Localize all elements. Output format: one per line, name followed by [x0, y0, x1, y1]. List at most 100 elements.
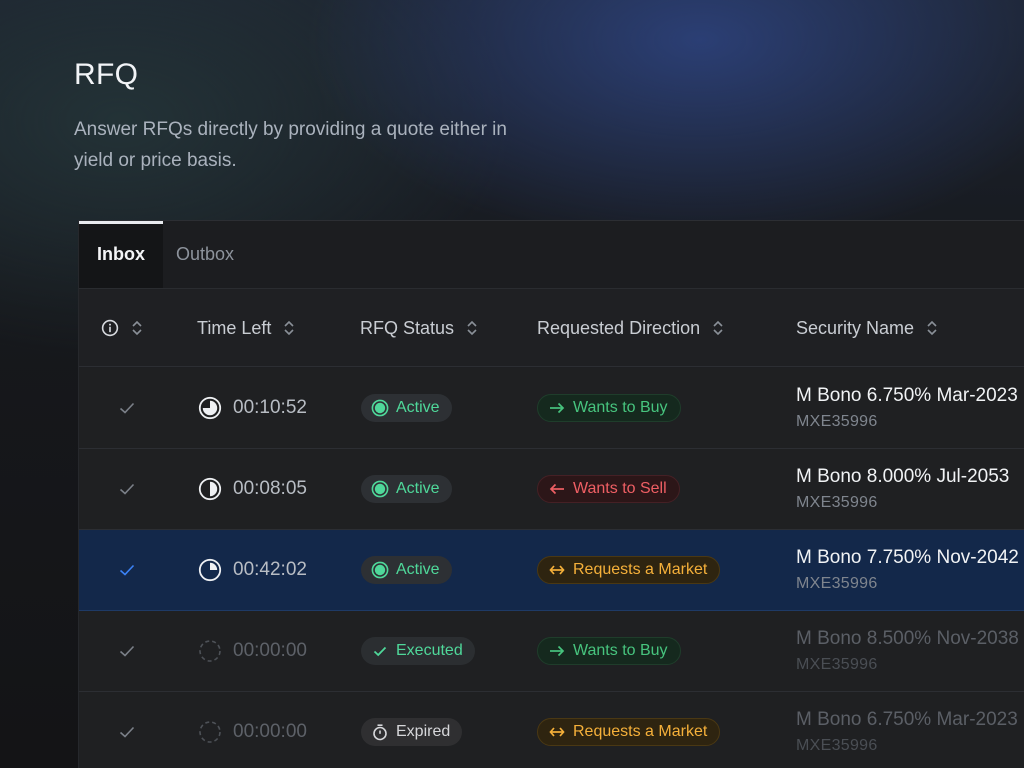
- timer-icon: [197, 395, 223, 421]
- direction-badge: Wants to Buy: [537, 637, 681, 665]
- rfq-status-cell: Executed: [361, 611, 475, 691]
- info-icon: [101, 319, 119, 337]
- security-name-cell: M Bono 8.500% Nov-2038 MXE35996: [796, 611, 1019, 691]
- direction-label: Wants to Buy: [573, 642, 668, 659]
- page-header: RFQ Answer RFQs directly by providing a …: [74, 58, 514, 176]
- column-header-requested-direction[interactable]: Requested Direction: [537, 289, 724, 367]
- security-name: M Bono 8.000% Jul-2053: [796, 466, 1010, 487]
- direction-label: Wants to Buy: [573, 399, 668, 416]
- column-header-info[interactable]: [101, 289, 143, 367]
- status-label: Active: [396, 399, 440, 416]
- sort-icon[interactable]: [283, 319, 295, 337]
- security-name-cell: M Bono 6.750% Mar-2023 MXE35996: [796, 692, 1018, 768]
- table-header: Time Left RFQ Status Requested Direction…: [79, 289, 1024, 367]
- arrow-right-icon: [548, 399, 566, 417]
- active-dot-icon: [371, 561, 389, 579]
- table-row[interactable]: 00:42:02 Active Requests a Market M Bono…: [79, 530, 1024, 611]
- direction-label: Requests a Market: [573, 561, 708, 578]
- direction-label: Requests a Market: [573, 723, 708, 740]
- timer-icon: [197, 719, 223, 745]
- time-left-cell: 00:42:02: [197, 530, 307, 610]
- sort-icon[interactable]: [131, 319, 143, 337]
- row-check-icon[interactable]: [117, 692, 137, 768]
- status-badge: Executed: [361, 637, 475, 665]
- timer-icon: [197, 638, 223, 664]
- time-left-cell: 00:10:52: [197, 368, 307, 448]
- check-icon: [371, 642, 389, 660]
- rfq-status-cell: Active: [361, 368, 452, 448]
- row-check-icon[interactable]: [117, 449, 137, 529]
- status-badge: Active: [361, 475, 452, 503]
- security-code: MXE35996: [796, 656, 878, 673]
- page-title: RFQ: [74, 58, 139, 91]
- active-dot-icon: [371, 480, 389, 498]
- sort-icon[interactable]: [712, 319, 724, 337]
- active-dot-icon: [371, 399, 389, 417]
- direction-badge: Requests a Market: [537, 556, 721, 584]
- column-header-time-left[interactable]: Time Left: [197, 289, 295, 367]
- time-left-value: 00:00:00: [233, 640, 307, 661]
- column-header-label: RFQ Status: [360, 317, 455, 338]
- arrows-left-right-icon: [548, 723, 566, 741]
- requested-direction-cell: Wants to Buy: [537, 368, 681, 448]
- security-code: MXE35996: [796, 737, 878, 754]
- rfq-status-cell: Active: [361, 449, 452, 529]
- security-name-cell: M Bono 8.000% Jul-2053 MXE35996: [796, 449, 1009, 529]
- requested-direction-cell: Requests a Market: [537, 530, 721, 610]
- row-check-icon[interactable]: [117, 368, 137, 448]
- row-check-icon[interactable]: [117, 530, 137, 610]
- status-label: Expired: [396, 723, 451, 740]
- rfq-panel: Inbox Outbox Time Left RFQ Status Reques…: [78, 220, 1024, 768]
- time-left-value: 00:42:02: [233, 559, 307, 580]
- column-header-label: Security Name: [796, 317, 915, 338]
- tab-outbox[interactable]: Outbox: [163, 221, 247, 288]
- table-row[interactable]: 00:00:00 Expired Requests a Market M Bon…: [79, 692, 1024, 768]
- security-code: MXE35996: [796, 413, 878, 430]
- column-header-rfq-status[interactable]: RFQ Status: [360, 289, 478, 367]
- stopwatch-icon: [371, 723, 389, 741]
- requested-direction-cell: Wants to Buy: [537, 611, 681, 691]
- security-code: MXE35996: [796, 575, 878, 592]
- sort-icon[interactable]: [926, 319, 938, 337]
- requested-direction-cell: Requests a Market: [537, 692, 721, 768]
- status-label: Active: [396, 480, 440, 497]
- requested-direction-cell: Wants to Sell: [537, 449, 680, 529]
- time-left-cell: 00:00:00: [197, 692, 307, 768]
- page-description: Answer RFQs directly by providing a quot…: [74, 119, 507, 171]
- column-header-label: Requested Direction: [537, 317, 701, 338]
- tab-inbox[interactable]: Inbox: [79, 221, 163, 288]
- time-left-value: 00:00:00: [233, 721, 307, 742]
- security-name: M Bono 8.500% Nov-2038: [796, 628, 1019, 649]
- security-code: MXE35996: [796, 494, 878, 511]
- table-row[interactable]: 00:08:05 Active Wants to Sell M Bono 8.0…: [79, 449, 1024, 530]
- column-header-security-name[interactable]: Security Name: [796, 289, 938, 367]
- arrow-left-icon: [548, 480, 566, 498]
- security-name-cell: M Bono 7.750% Nov-2042 MXE35996: [796, 530, 1019, 610]
- row-check-icon[interactable]: [117, 611, 137, 691]
- status-label: Executed: [396, 642, 463, 659]
- direction-badge: Wants to Buy: [537, 394, 681, 422]
- timer-icon: [197, 476, 223, 502]
- direction-label: Wants to Sell: [573, 480, 667, 497]
- status-badge: Active: [361, 394, 452, 422]
- status-label: Active: [396, 561, 440, 578]
- rfq-status-cell: Active: [361, 530, 452, 610]
- status-badge: Active: [361, 556, 452, 584]
- time-left-value: 00:10:52: [233, 397, 307, 418]
- time-left-cell: 00:00:00: [197, 611, 307, 691]
- table-row[interactable]: 00:00:00 Executed Wants to Buy M Bono 8.…: [79, 611, 1024, 692]
- tab-bar: Inbox Outbox: [79, 221, 1024, 289]
- arrow-right-icon: [548, 642, 566, 660]
- time-left-cell: 00:08:05: [197, 449, 307, 529]
- table-row[interactable]: 00:10:52 Active Wants to Buy M Bono 6.75…: [79, 368, 1024, 449]
- time-left-value: 00:08:05: [233, 478, 307, 499]
- status-badge: Expired: [361, 718, 463, 746]
- direction-badge: Wants to Sell: [537, 475, 680, 503]
- security-name: M Bono 7.750% Nov-2042: [796, 547, 1019, 568]
- arrows-left-right-icon: [548, 561, 566, 579]
- security-name: M Bono 6.750% Mar-2023: [796, 385, 1018, 406]
- security-name: M Bono 6.750% Mar-2023: [796, 709, 1018, 730]
- column-header-label: Time Left: [197, 317, 272, 338]
- security-name-cell: M Bono 6.750% Mar-2023 MXE35996: [796, 368, 1018, 448]
- sort-icon[interactable]: [466, 319, 478, 337]
